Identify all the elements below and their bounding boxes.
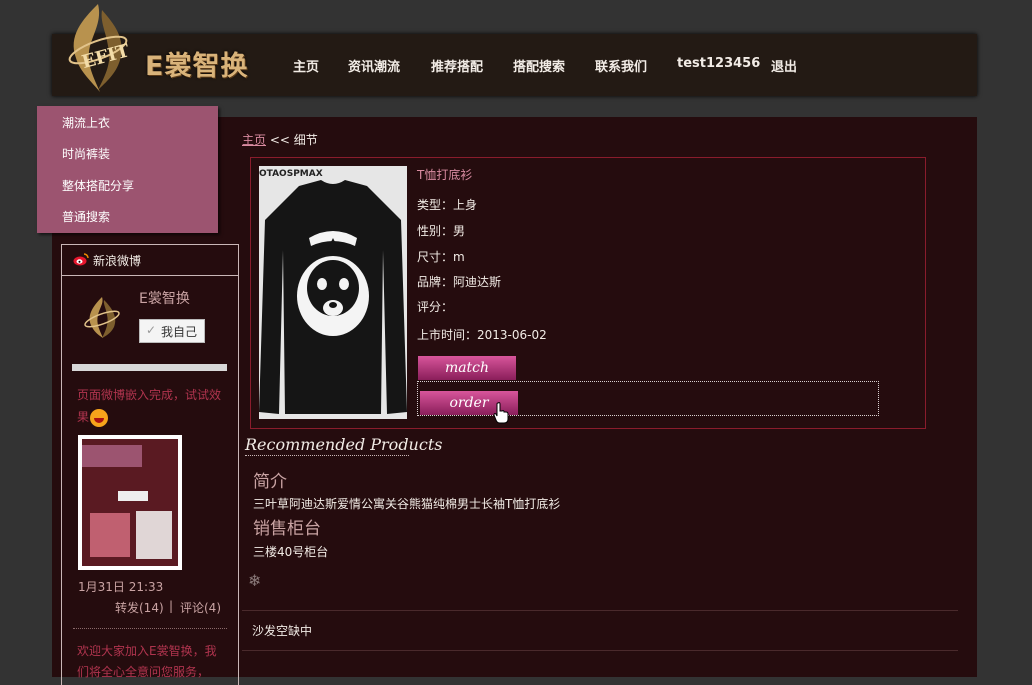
product-rating: 评分：	[417, 300, 454, 314]
intro-title: 简介	[253, 472, 287, 492]
snowflake-icon: ❄	[248, 571, 262, 590]
post-divider	[73, 628, 227, 629]
product-image[interactable]: OTAOSPMAX	[259, 166, 407, 419]
counter-text: 三楼40号柜台	[253, 545, 329, 559]
repost-link[interactable]: 转发(14)	[115, 599, 164, 616]
comment-link[interactable]: 评论(4)	[180, 599, 221, 616]
account-name[interactable]: E裳智换	[139, 288, 190, 308]
weibo-title: 新浪微博	[93, 254, 142, 268]
product-image-brand: OTAOSPMAX	[259, 169, 323, 179]
comments-bottom-rule	[242, 650, 958, 651]
account-avatar[interactable]	[80, 295, 124, 339]
brand-name[interactable]: E裳智换	[145, 44, 248, 83]
tshirt-image-icon	[259, 180, 407, 414]
breadcrumb-current: << 细节	[269, 133, 318, 147]
nav-contact[interactable]: 联系我们	[595, 56, 677, 75]
welcome-text: 欢迎大家加入E裳智换，我们将全心全意问您服务，	[77, 644, 217, 679]
counter-title: 销售柜台	[253, 519, 321, 539]
product-release-date: 上市时间：2013-06-02	[417, 328, 547, 342]
nav-fashion-news[interactable]: 资讯潮流	[348, 56, 431, 75]
dropdown-item-search[interactable]: 普通搜索	[62, 208, 110, 225]
brand-emblem-icon[interactable]: EFIT	[62, 2, 134, 94]
weibo-widget: 新浪微博 E裳智换 ✓ 我自己 页面微博嵌入完成，试试效果 1月31日 21:3…	[61, 244, 239, 685]
self-button[interactable]: ✓ 我自己	[139, 319, 205, 343]
comments-top-rule	[242, 610, 958, 611]
dropdown-item-pants[interactable]: 时尚裤装	[62, 145, 110, 162]
intro-text: 三叶草阿迪达斯爱情公寓关谷熊猫纯棉男士长袖T恤打底衫	[253, 497, 561, 511]
post-thumbnail[interactable]	[78, 435, 182, 570]
product-title: T恤打底衫	[417, 168, 473, 182]
comments-empty-text: 沙发空缺中	[252, 624, 313, 638]
action-separator: |	[169, 599, 174, 613]
nav-match-search[interactable]: 搭配搜索	[513, 56, 595, 75]
recommended-title: Recommended Products	[245, 435, 443, 454]
divider-bar	[72, 364, 227, 371]
product-brand: 品牌：阿迪达斯	[417, 275, 502, 289]
product-gender: 性别：男	[417, 224, 466, 238]
post-time[interactable]: 1月31日 21:33	[78, 578, 163, 595]
nav-username[interactable]: test123456	[677, 56, 771, 75]
laugh-emoji-icon	[90, 408, 109, 427]
dropdown-item-tops[interactable]: 潮流上衣	[62, 114, 110, 131]
weibo-header: 新浪微博	[62, 245, 238, 276]
check-icon: ✓	[146, 323, 157, 337]
breadcrumb-home-link[interactable]: 主页	[242, 133, 266, 147]
dropdown-item-outfit-share[interactable]: 整体搭配分享	[62, 177, 134, 194]
self-button-label: 我自己	[161, 325, 198, 339]
product-size: 尺寸：m	[417, 250, 465, 264]
category-dropdown: 潮流上衣 时尚裤装 整体搭配分享 普通搜索	[37, 106, 218, 233]
nav-recommend-match[interactable]: 推荐搭配	[431, 56, 513, 75]
product-type: 类型：上身	[417, 198, 478, 212]
post-text: 页面微博嵌入完成，试试效果	[77, 384, 227, 428]
main-nav: 主页 资讯潮流 推荐搭配 搭配搜索 联系我们 test123456 退出	[293, 56, 797, 75]
weibo-icon	[73, 253, 89, 266]
breadcrumb: 主页 << 细节	[242, 131, 318, 148]
match-button[interactable]: match	[418, 356, 516, 380]
nav-logout[interactable]: 退出	[771, 56, 797, 75]
nav-home[interactable]: 主页	[293, 56, 348, 75]
recommended-underline	[245, 455, 409, 456]
hand-cursor-icon	[493, 402, 509, 424]
